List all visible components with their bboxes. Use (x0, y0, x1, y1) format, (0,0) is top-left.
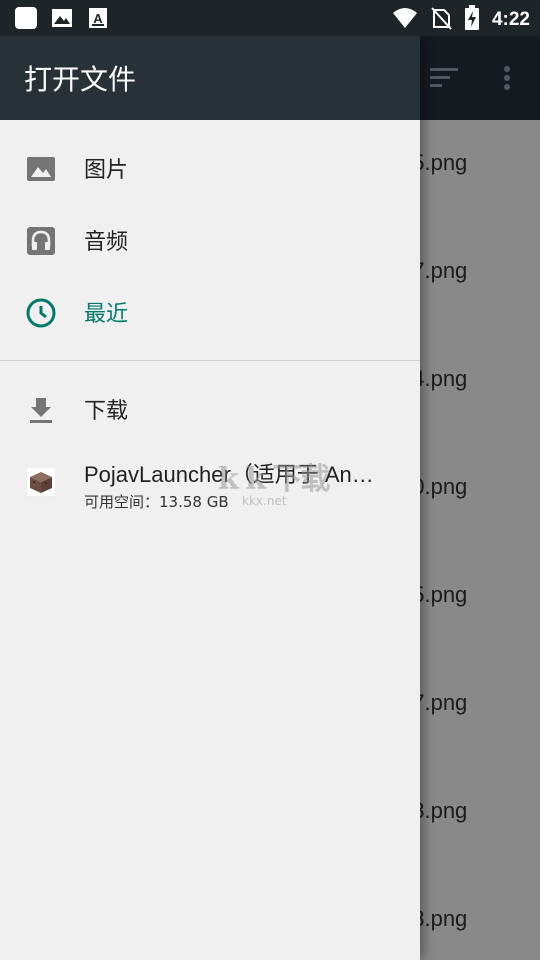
root-item-recent[interactable]: 最近 (0, 276, 420, 348)
battery-charging-icon (464, 5, 480, 35)
root-item-downloads[interactable]: 下载 (0, 373, 420, 445)
image-notification-icon (50, 6, 74, 34)
divider (0, 360, 420, 361)
root-item-label: 下载 (84, 399, 129, 424)
wifi-icon (392, 6, 418, 34)
roots-list: 图片 音频 最近 (0, 120, 420, 348)
watermark-url: kkx.net (242, 494, 287, 508)
clock-time: 4:22 (491, 9, 530, 30)
root-item-audio[interactable]: 音频 (0, 204, 420, 276)
status-bar: A 4:22 (0, 0, 540, 36)
drawer-header: 打开文件 (0, 36, 420, 120)
root-item-images[interactable]: 图片 (0, 132, 420, 204)
root-item-label: 最近 (84, 302, 129, 327)
svg-text:A: A (93, 11, 103, 26)
font-notification-icon: A (86, 6, 110, 34)
drawer-title: 打开文件 (24, 63, 137, 96)
download-icon (26, 395, 56, 425)
minecraft-block-icon (25, 466, 57, 498)
root-item-label: 音频 (84, 230, 129, 255)
navigation-drawer: 打开文件 图片 音频 最近 下载 PojavLauncher（适用于 An… 可… (0, 36, 420, 960)
image-icon (26, 154, 56, 184)
app-square-icon (14, 6, 38, 34)
root-item-summary: 可用空间：13.58 GB (84, 493, 229, 511)
headphones-icon (26, 226, 56, 256)
root-item-pojavlauncher[interactable]: PojavLauncher（适用于 An… 可用空间：13.58 GB (0, 445, 420, 517)
root-item-label: 图片 (84, 158, 129, 183)
watermark-text: k k 下载 (218, 462, 330, 497)
no-sim-icon (430, 6, 452, 34)
clock-icon (26, 298, 56, 328)
watermark-logo: k k 下载 kkx.net (218, 454, 330, 508)
